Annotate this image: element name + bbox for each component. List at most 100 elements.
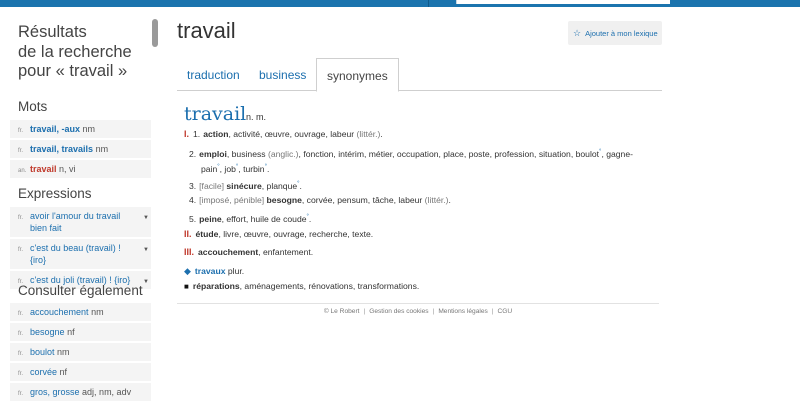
grammar-tag: nm <box>95 144 109 154</box>
synonyms-text: . <box>299 180 302 191</box>
page-title: travail <box>177 18 236 43</box>
language-tag: fr. <box>18 128 24 134</box>
list-item[interactable]: fr. travail, travails nm <box>10 140 151 158</box>
synonyms-text: , corvée, pensum, tâche, labeur <box>301 195 423 205</box>
section-heading-mots: Mots <box>18 99 48 114</box>
tab-bar: traduction business synonymes <box>177 58 662 92</box>
synonyms-text: pain <box>201 163 218 174</box>
synonyms-text: . <box>267 163 270 174</box>
caret-down-icon[interactable]: ▼ <box>143 212 149 224</box>
main-content: travail ☆ Ajouter à mon lexique traducti… <box>160 7 800 400</box>
term-link[interactable]: besogne <box>30 327 65 337</box>
footer-separator: | <box>432 308 435 315</box>
list-item[interactable]: fr. boulot nm <box>10 343 151 361</box>
list-item[interactable]: fr. avoir l'amour du travail bien fait ▼ <box>10 207 151 237</box>
list-item[interactable]: fr. gros, grosse adj, nm, adv <box>10 383 151 401</box>
language-tag: fr. <box>18 247 24 253</box>
definition-line: 3. [facile] sinécure, planque°. <box>189 177 664 193</box>
main-synonym: étude <box>195 229 219 239</box>
sidebar-scrollbar[interactable] <box>152 19 158 47</box>
mots-list: fr. travail, -aux nm fr. travail, travai… <box>10 120 151 180</box>
synonyms-text: , gagne- <box>601 148 633 159</box>
square-bullet-icon: ■ <box>184 282 189 291</box>
synonyms-text: . <box>380 129 383 139</box>
term-link[interactable]: travail <box>30 164 57 174</box>
language-tag: fr. <box>18 391 24 397</box>
term-link[interactable]: accouchement <box>30 307 89 317</box>
language-tag: fr. <box>18 215 24 221</box>
definition-line: 2. emploi, business (anglic.), fonction, … <box>189 145 664 161</box>
synonyms-text: , business <box>226 148 266 159</box>
headword-category: n. m. <box>246 112 267 122</box>
grammar-tag: adj, nm, adv <box>82 387 132 397</box>
footer-divider <box>177 303 659 304</box>
synonyms-text: , enfantement. <box>258 247 314 257</box>
grammar-tag: nf <box>67 327 75 337</box>
star-icon: ☆ <box>573 27 582 38</box>
term-link[interactable]: c'est du beau (travail) ! {iro} <box>30 243 121 265</box>
grammar-tag: nm <box>91 307 104 317</box>
tab-traduction[interactable]: traduction <box>187 58 240 91</box>
cookies-link[interactable]: Gestion des cookies <box>369 308 428 315</box>
copyright-text: © Le Robert <box>323 308 360 315</box>
add-to-lexicon-button[interactable]: ☆ Ajouter à mon lexique <box>568 21 662 45</box>
main-synonym: peine <box>199 213 222 224</box>
list-item[interactable]: fr. besogne nf <box>10 323 151 341</box>
term-link[interactable]: corvée <box>30 367 57 377</box>
synonyms-text: , activité, œuvre, ouvrage, labeur <box>228 129 355 139</box>
term-link[interactable]: gros, grosse <box>30 387 80 397</box>
sense-number: 4. <box>189 195 197 205</box>
grammar-tag: nm <box>57 347 70 357</box>
caret-down-icon[interactable]: ▼ <box>143 276 149 288</box>
grammar-tag: nf <box>59 367 68 377</box>
tab-synonymes[interactable]: synonymes <box>316 58 399 92</box>
register-label: (littér.) <box>356 129 381 139</box>
footer-separator: | <box>491 308 494 315</box>
list-item[interactable]: fr. corvée nf <box>10 363 151 381</box>
register-label: [facile] <box>199 180 225 191</box>
tab-business[interactable]: business <box>259 58 306 91</box>
language-tag: fr. <box>18 311 24 317</box>
synonyms-text: , planque <box>261 180 298 191</box>
list-item[interactable]: fr. accouchement nm <box>10 303 151 321</box>
top-bar <box>0 0 800 7</box>
register-label: [imposé, pénible] <box>199 195 265 205</box>
cgu-link[interactable]: CGU <box>498 308 513 315</box>
legal-link[interactable]: Mentions légales <box>438 308 487 315</box>
synonyms-text: , aménagements, rénovations, transformat… <box>239 281 420 291</box>
add-to-lexicon-label: Ajouter à mon lexique <box>585 28 658 38</box>
term-link[interactable]: travail, -aux <box>30 124 80 134</box>
expressions-list: fr. avoir l'amour du travail bien fait ▼… <box>10 207 151 291</box>
section-heading-expressions: Expressions <box>18 186 92 201</box>
language-tag: fr. <box>18 371 24 377</box>
synonyms-text: . <box>448 195 451 205</box>
list-item[interactable]: fr. c'est du beau (travail) ! {iro} ▼ <box>10 239 151 269</box>
definition-line: 5. peine, effort, huile de coude°. <box>189 210 664 226</box>
term-link[interactable]: travail, travails <box>30 144 93 154</box>
grammar-tag: n, vi <box>59 164 76 174</box>
language-tag: fr. <box>18 331 24 337</box>
roman-numeral: I. <box>184 129 190 139</box>
synonyms-text: , job <box>219 163 236 174</box>
sense-number: 2. <box>189 148 197 159</box>
caret-down-icon[interactable]: ▼ <box>143 244 149 256</box>
term-link[interactable]: boulot <box>30 347 55 357</box>
definition-line: ■ réparations, aménagements, rénovations,… <box>184 279 659 294</box>
language-tag: an. <box>18 168 27 174</box>
footer: © Le Robert | Gestion des cookies | Mentions… <box>177 308 659 315</box>
diamond-icon: ◆ <box>184 266 191 276</box>
sense-number: 3. <box>189 180 197 191</box>
results-title-line: de la recherche <box>18 42 132 61</box>
roman-numeral: II. <box>184 229 192 239</box>
list-item[interactable]: fr. travail, -aux nm <box>10 120 151 138</box>
section-heading-consulter: Consulter également <box>18 283 143 298</box>
definition-line: ◆ travaux plur. <box>184 264 659 278</box>
language-tag: fr. <box>18 148 24 154</box>
search-input[interactable] <box>456 0 670 4</box>
sidebar: Résultats de la recherche pour « travail… <box>0 7 160 401</box>
definition-line: I. 1. action, activité, œuvre, ouvrage, la… <box>184 127 659 141</box>
main-synonym: sinécure <box>226 180 262 191</box>
list-item[interactable]: an. travail n, vi <box>10 160 151 178</box>
term-link[interactable]: avoir l'amour du travail bien fait <box>30 211 120 233</box>
synonyms-text: , effort, huile de coude <box>221 213 307 224</box>
